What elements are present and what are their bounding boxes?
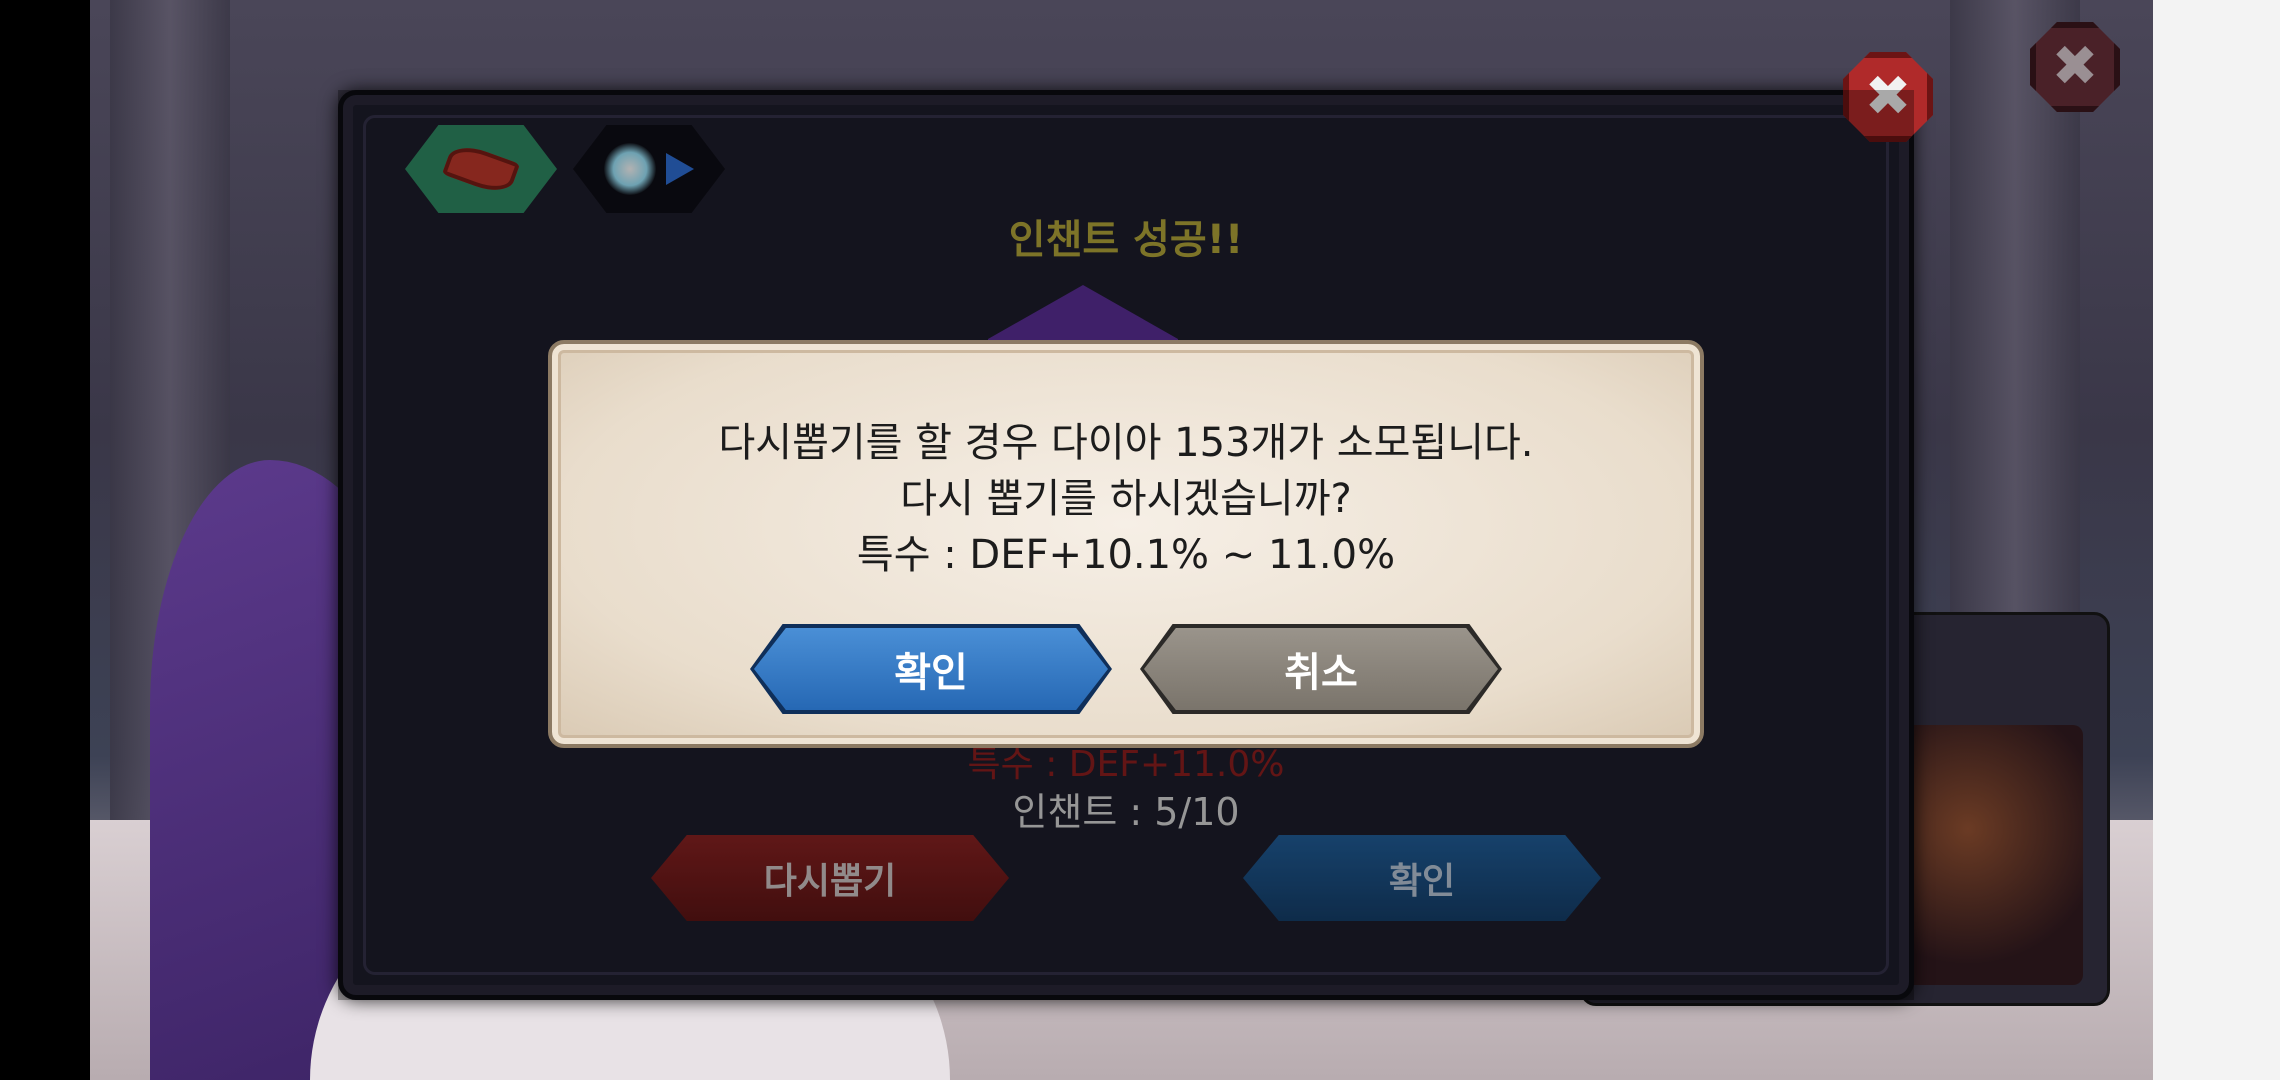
close-icon: ✖ [1864, 64, 1912, 129]
dialog-message: 다시뽑기를 할 경우 다이아 153개가 소모됩니다. [718, 420, 1534, 466]
enchant-slot[interactable] [573, 125, 725, 213]
panel-confirm-button[interactable]: 확인 [1243, 835, 1601, 921]
item-slot[interactable] [405, 125, 557, 213]
arrow-right-icon [666, 153, 694, 185]
dialog-confirm-button[interactable]: 확인 [750, 624, 1112, 714]
panel-close-button[interactable]: ✖ [1843, 52, 1933, 142]
right-letterbox [2153, 0, 2280, 1080]
enchant-burst-icon [604, 143, 656, 195]
panel-title: 인챈트 성공!! [1008, 217, 1244, 263]
dialog-question: 다시 뽑기를 하시겠습니까? [900, 476, 1352, 522]
close-icon: ✖ [2051, 34, 2099, 99]
left-letterbox [0, 0, 90, 1080]
dialog-cancel-label: 취소 [1284, 650, 1358, 696]
background-close-button[interactable]: ✖ [2030, 22, 2120, 112]
dialog-stat-range: 특수 : DEF+10.1% ~ 11.0% [856, 532, 1396, 578]
panel-confirm-label: 확인 [1388, 861, 1456, 902]
enchant-count-text: 인챈트 : 5/10 [1012, 790, 1240, 834]
dialog-confirm-label: 확인 [894, 650, 968, 696]
reroll-button-label: 다시뽑기 [763, 861, 897, 902]
red-feather-icon [441, 140, 521, 198]
reroll-confirm-dialog: 다시뽑기를 할 경우 다이아 153개가 소모됩니다. 다시 뽑기를 하시겠습니… [548, 340, 1704, 748]
reroll-button[interactable]: 다시뽑기 [651, 835, 1009, 921]
dialog-cancel-button[interactable]: 취소 [1140, 624, 1502, 714]
